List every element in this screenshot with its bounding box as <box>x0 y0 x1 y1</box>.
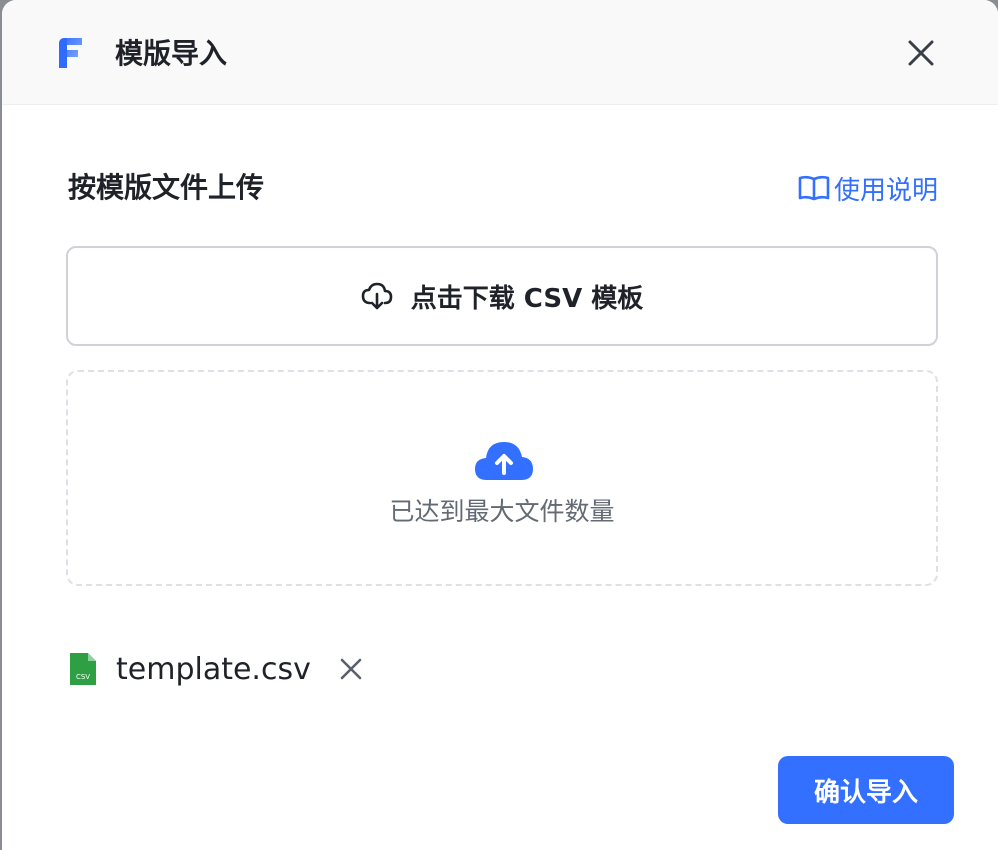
remove-file-icon[interactable] <box>339 657 363 681</box>
dialog-title: 模版导入 <box>115 37 228 70</box>
uploaded-file-item: CSV template.csv <box>68 646 363 692</box>
dropzone-message: 已达到最大文件数量 <box>389 497 615 526</box>
confirm-import-button[interactable]: 确认导入 <box>778 756 954 824</box>
close-icon[interactable] <box>902 34 940 72</box>
help-link[interactable]: 使用说明 <box>798 168 938 208</box>
download-template-button[interactable]: 点击下载 CSV 模板 <box>66 246 938 346</box>
cloud-upload-icon <box>475 442 533 480</box>
dialog-header: 模版导入 <box>2 0 998 105</box>
cloud-download-icon <box>361 282 393 310</box>
download-template-label: 点击下载 CSV 模板 <box>410 283 644 314</box>
book-icon <box>798 175 830 201</box>
csv-file-icon: CSV <box>70 653 96 685</box>
csv-file-icon-label: CSV <box>76 673 90 681</box>
import-dialog: 模版导入 按模版文件上传 使用说明 点击下载 CSV 模板 已达到最大文件数量 … <box>2 0 998 850</box>
file-name: template.csv <box>116 651 311 687</box>
brand-f-logo-icon <box>59 38 82 68</box>
section-title: 按模版文件上传 <box>68 171 265 204</box>
upload-dropzone[interactable]: 已达到最大文件数量 <box>66 370 938 586</box>
help-link-label: 使用说明 <box>833 175 938 206</box>
